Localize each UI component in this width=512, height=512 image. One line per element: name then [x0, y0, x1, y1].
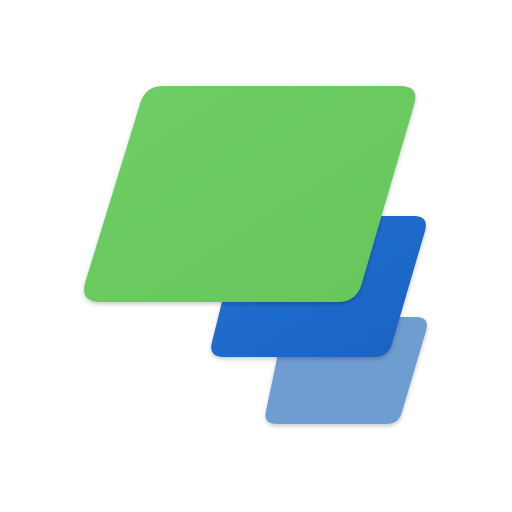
front-layer-shape: [84, 86, 416, 302]
app-icon-canvas: [0, 0, 512, 512]
stacked-layers-logo-icon: [84, 86, 427, 424]
